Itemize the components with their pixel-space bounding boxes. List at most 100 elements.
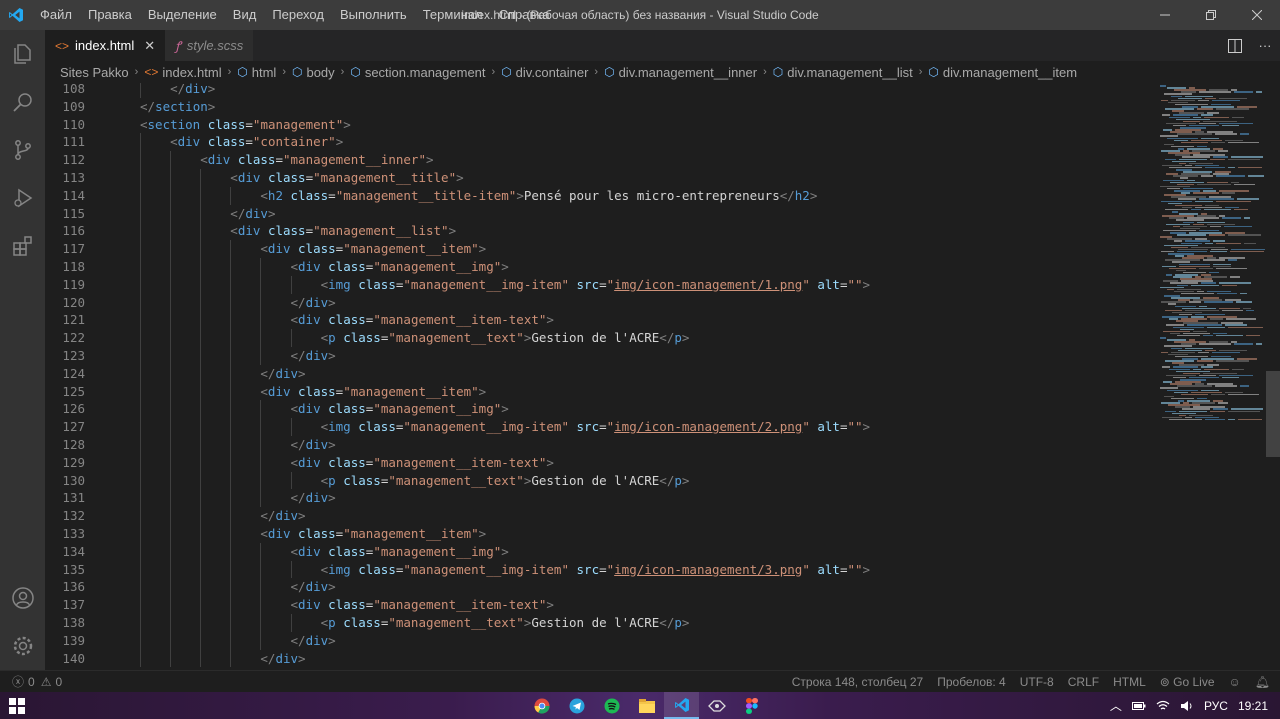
indent-guide <box>170 240 172 258</box>
breadcrumb-item[interactable]: body <box>306 65 334 80</box>
go-live-button[interactable]: ⊚ Go Live <box>1160 675 1215 689</box>
tab-style-scss[interactable]: ꝭ style.scss <box>165 30 254 61</box>
spotify-icon[interactable] <box>594 692 629 719</box>
menu-item[interactable]: Терминал <box>415 0 491 30</box>
code-line: 121 <div class="management__item-text"> <box>45 311 1160 330</box>
minimap-line <box>1205 418 1225 421</box>
extensions-icon[interactable] <box>0 222 45 270</box>
code-line: 135 <img class = "management__img-item" src… <box>45 560 1160 579</box>
code-token: "management__item-text" <box>373 312 547 328</box>
file-explorer-icon[interactable] <box>629 692 664 719</box>
code-token: img <box>328 561 351 577</box>
source-control-icon[interactable] <box>0 126 45 174</box>
error-count: 0 <box>28 674 35 689</box>
chrome-icon[interactable] <box>524 692 559 719</box>
minimap-line <box>1248 175 1264 177</box>
code-line: 134 <div class="management__img"> <box>45 542 1160 561</box>
explorer-icon[interactable] <box>0 30 45 78</box>
indent-guide <box>170 257 172 276</box>
figma-icon[interactable] <box>734 692 769 719</box>
code-token: > <box>328 579 336 595</box>
menu-item[interactable]: Переход <box>264 0 332 30</box>
minimap-line <box>1210 225 1221 228</box>
code-token: < <box>290 258 299 274</box>
minimap-line <box>1205 166 1225 169</box>
code-token: h2 <box>794 187 810 203</box>
breadcrumb-item[interactable]: section.management <box>365 65 486 80</box>
indentation[interactable]: Пробелов: 4 <box>937 675 1006 689</box>
minimap-line <box>1203 334 1213 337</box>
minimap-line <box>1199 267 1213 270</box>
indent-guide <box>230 257 232 276</box>
code-token: class <box>328 597 366 613</box>
menu-item[interactable]: Выполнить <box>332 0 415 30</box>
html-file-icon: <> <box>55 38 70 53</box>
indent-guide <box>140 151 141 169</box>
menu-item[interactable]: Выделение <box>140 0 225 30</box>
code-line: 136 </div> <box>45 578 1160 597</box>
menu-item[interactable]: Правка <box>80 0 140 30</box>
menu-item[interactable]: Вид <box>225 0 265 30</box>
volume-icon[interactable] <box>1180 700 1194 712</box>
maximize-button[interactable] <box>1188 0 1234 30</box>
settings-gear-icon[interactable] <box>0 622 45 670</box>
code-text: <div class="management__item"> <box>260 240 486 258</box>
code-token: </ <box>260 650 276 666</box>
breadcrumb-item[interactable]: div.container <box>516 65 589 80</box>
tab-index-html[interactable]: <> index.html ✕ <box>45 30 166 61</box>
more-actions-icon[interactable]: ··· <box>1250 30 1280 61</box>
minimize-button[interactable] <box>1142 0 1188 30</box>
close-window-button[interactable] <box>1234 0 1280 30</box>
indent-guide <box>140 133 141 152</box>
input-language[interactable]: РУС <box>1204 699 1228 713</box>
indent-guide <box>140 435 141 454</box>
line-number: 116 <box>62 223 85 239</box>
telegram-icon[interactable] <box>559 692 594 719</box>
breadcrumb-item[interactable]: Sites Pakko <box>60 65 129 80</box>
code-token: " <box>802 276 810 292</box>
split-editor-icon[interactable] <box>1220 30 1250 61</box>
menu-item[interactable]: Файл <box>32 0 80 30</box>
menu-item[interactable]: Справка <box>491 0 558 30</box>
breadcrumb-item[interactable]: html <box>252 65 277 80</box>
code-token: </ <box>659 472 675 488</box>
language-mode[interactable]: HTML <box>1113 675 1146 689</box>
breadcrumb-item[interactable]: div.management__item <box>943 65 1077 80</box>
breadcrumb-item[interactable]: div.management__inner <box>619 65 758 80</box>
indent-guide <box>200 418 202 436</box>
wifi-icon[interactable] <box>1156 700 1170 711</box>
code-token: alt <box>817 561 840 577</box>
end-of-line[interactable]: CRLF <box>1068 675 1099 689</box>
problems-indicator[interactable]: ⓧ 0 ⚠ 0 <box>12 673 62 690</box>
indent-guide <box>200 329 202 347</box>
indent-guide <box>170 631 172 650</box>
code-line: 132 </div> <box>45 507 1160 525</box>
chevron-up-icon[interactable]: ︿ <box>1110 697 1122 714</box>
minimap-line <box>1228 158 1260 160</box>
code-editor[interactable]: 108 </div> 109 </section> 110 <section class=… <box>45 83 1280 670</box>
accounts-icon[interactable] <box>0 574 45 622</box>
indent-guide <box>140 489 141 508</box>
encoding[interactable]: UTF-8 <box>1020 675 1054 689</box>
vscode-icon[interactable] <box>664 692 699 719</box>
code-token: > <box>681 330 690 346</box>
clock[interactable]: 19:21 <box>1238 699 1268 713</box>
run-debug-icon[interactable] <box>0 174 45 222</box>
code-line: 122 <p class="management__text">Gestion d… <box>45 329 1160 347</box>
scrollbar-thumb[interactable] <box>1266 371 1280 457</box>
battery-icon[interactable] <box>1131 701 1146 711</box>
minimap-line <box>1197 183 1231 186</box>
code-token: < <box>230 223 238 239</box>
line-number: 138 <box>62 614 85 630</box>
windows-start-icon[interactable] <box>0 692 34 719</box>
notifications-icon[interactable]: 🔔︎ <box>1255 675 1270 689</box>
cursor-position[interactable]: Строка 148, столбец 27 <box>792 675 923 689</box>
vertical-scrollbar[interactable] <box>1266 83 1280 670</box>
feedback-icon[interactable]: ☺ <box>1229 675 1241 689</box>
breadcrumb-item[interactable]: div.management__list <box>787 65 913 80</box>
app-icon[interactable] <box>699 692 734 719</box>
search-icon[interactable] <box>0 78 45 126</box>
minimap[interactable] <box>1160 83 1270 670</box>
breadcrumb-item[interactable]: index.html <box>162 65 221 80</box>
close-tab-icon[interactable]: ✕ <box>144 38 155 54</box>
